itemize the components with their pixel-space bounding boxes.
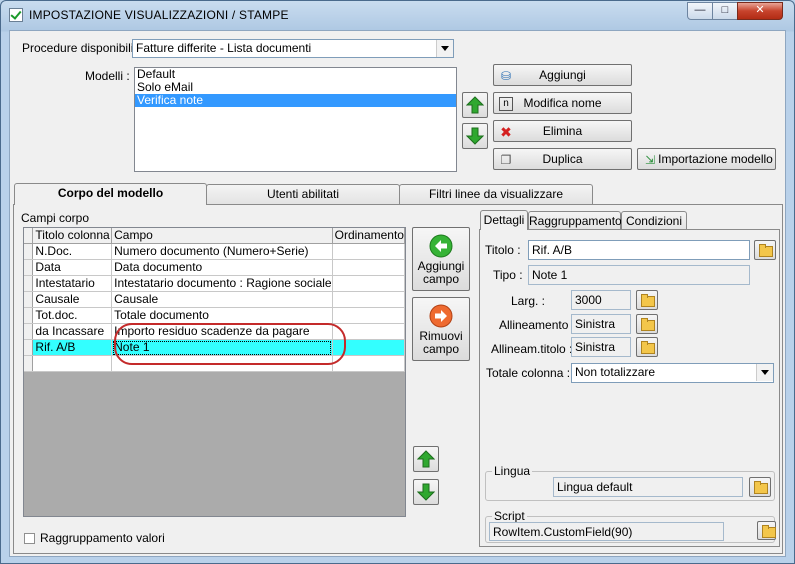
tab-model-body[interactable]: Corpo del modello [14,183,207,205]
type-field: Note 1 [528,265,750,285]
delete-x-icon: ✖ [500,124,512,140]
help-icon[interactable] [757,521,776,540]
tab-grouping[interactable]: Raggruppamento [528,211,622,230]
procedure-select[interactable]: Fatture differite - Lista documenti [132,39,454,58]
column-header-title[interactable]: Titolo colonna [32,228,113,244]
width-label: Larg. : [511,294,546,308]
width-field: 3000 [571,290,631,310]
title-align-folder-icon[interactable] [636,337,658,357]
total-column-label: Totale colonna : [486,366,571,380]
client-area: Procedure disponibili : Fatture differit… [9,30,786,557]
language-globe-button[interactable] [754,240,776,260]
chevron-down-icon[interactable] [436,40,453,57]
delete-model-button[interactable]: ✖ Elimina [493,120,632,142]
group-values-label: Raggruppamento valori [40,531,165,545]
tab-details[interactable]: Dettagli [480,210,528,230]
rename-icon: n [499,97,513,111]
focused-cell[interactable]: Note 1 [111,339,333,356]
language-group: Lingua Lingua default [485,464,775,501]
group-values-checkbox[interactable] [24,533,35,544]
maximize-button[interactable]: □ [712,2,738,20]
import-model-button[interactable]: ⇲ Importazione modello [637,148,776,170]
tab-conditions[interactable]: Condizioni [621,211,687,230]
total-column-value: Non totalizzare [575,365,656,379]
title-input[interactable]: Rif. A/B [528,240,750,260]
table-row-new[interactable] [24,355,405,372]
minimize-button[interactable]: — [687,2,713,20]
model-item-verifica-note[interactable]: Verifica note [135,94,456,107]
import-icon: ⇲ [644,153,656,167]
main-window: IMPOSTAZIONE VISUALIZZAZIONI / STAMPE — … [0,0,795,564]
width-folder-icon[interactable] [636,290,658,310]
body-fields-label: Campi corpo [21,211,90,225]
title-align-field: Sinistra [571,337,631,357]
title-bar[interactable]: IMPOSTAZIONE VISUALIZZAZIONI / STAMPE — … [1,1,794,29]
table-row[interactable]: Causale Causale [24,291,405,308]
duplicate-model-button[interactable]: ❐ Duplica [493,148,632,170]
move-model-down-button[interactable] [462,123,488,149]
procedure-label: Procedure disponibili : [22,41,141,55]
language-group-label: Lingua [492,464,533,478]
add-model-button[interactable]: ⛁ Aggiungi [493,64,632,86]
table-row[interactable]: N.Doc. Numero documento (Numero+Serie) [24,243,405,260]
arrow-down-icon [417,483,435,501]
copy-document-icon: ❐ [500,153,512,167]
language-field: Lingua default [553,477,743,497]
title-align-label: Allineam.titolo : [491,342,573,356]
move-field-down-button[interactable] [413,479,439,505]
script-field: RowItem.CustomField(90) [489,522,724,541]
table-row[interactable]: Data Data documento [24,259,405,276]
arrow-up-icon [417,450,435,468]
table-row-selected[interactable]: Rif. A/B Note 1 [24,339,405,356]
total-column-select[interactable]: Non totalizzare [571,363,774,383]
arrow-right-icon [429,304,453,328]
database-add-icon: ⛁ [500,69,512,83]
column-header-field[interactable]: Campo [111,228,333,244]
rename-model-button[interactable]: n Modifica nome [493,92,632,114]
arrow-left-icon [429,234,453,258]
add-field-button[interactable]: Aggiungi campo [412,227,470,291]
table-row[interactable]: Intestatario Intestatario documento : Rag… [24,275,405,292]
title-label: Titolo : [485,243,521,257]
arrow-up-icon [466,96,484,114]
move-model-up-button[interactable] [462,92,488,118]
language-folder-icon[interactable] [749,477,771,497]
remove-field-button[interactable]: Rimuovi campo [412,297,470,361]
model-body-panel: Campi corpo Titolo colonna Campo Ordinam… [13,204,783,554]
details-panel: Titolo : Rif. A/B Tipo : Note 1 Larg. : … [479,229,780,547]
script-group: Script RowItem.CustomField(90) [485,509,776,543]
chevron-down-icon[interactable] [756,364,773,381]
table-row[interactable]: Tot.doc. Totale documento [24,307,405,324]
arrow-down-icon [466,127,484,145]
move-field-up-button[interactable] [413,446,439,472]
app-check-icon [9,8,23,22]
tab-line-filters[interactable]: Filtri linee da visualizzare [399,184,593,204]
procedure-select-value: Fatture differite - Lista documenti [136,41,312,55]
column-header-order[interactable]: Ordinamento [332,228,405,244]
models-list[interactable]: Default Solo eMail Verifica note [134,67,457,172]
models-label: Modelli : [85,69,130,83]
table-header: Titolo colonna Campo Ordinamento [24,228,405,244]
script-group-label: Script [492,509,527,523]
tab-enabled-users[interactable]: Utenti abilitati [206,184,400,204]
close-button[interactable]: ✕ [737,2,783,20]
body-fields-grid[interactable]: Titolo colonna Campo Ordinamento N.Doc. N… [23,227,406,517]
align-folder-icon[interactable] [636,314,658,334]
type-label: Tipo : [493,268,523,282]
align-label: Allineamento : [499,318,576,332]
table-row[interactable]: da Incassare Importo residuo scadenze da … [24,323,405,340]
window-title: IMPOSTAZIONE VISUALIZZAZIONI / STAMPE [29,8,289,22]
fields-table: Titolo colonna Campo Ordinamento N.Doc. N… [24,228,405,372]
align-field: Sinistra [571,314,631,334]
